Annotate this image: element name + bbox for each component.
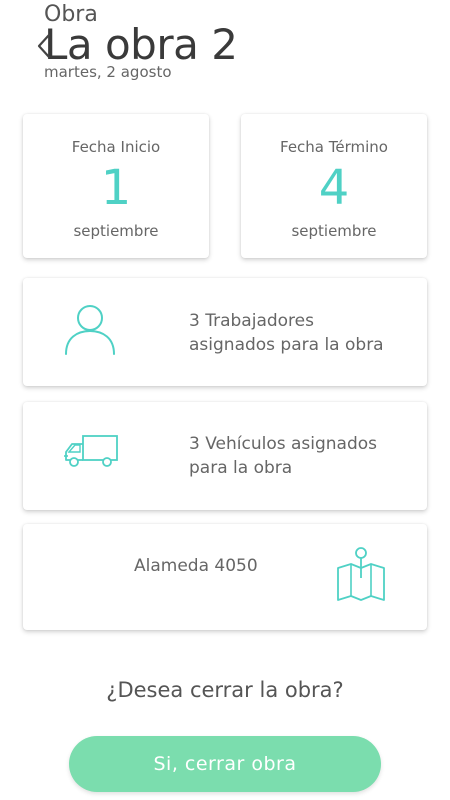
- start-date-day: 1: [100, 160, 132, 216]
- end-date-card: Fecha Término 4 septiembre: [241, 114, 427, 258]
- header: Obra La obra 2 martes, 2 agosto: [0, 0, 450, 90]
- workers-assigned-text: asignados para la obra: [189, 335, 384, 355]
- vehicles-card[interactable]: 3 Vehículos asignados para la obra: [23, 402, 427, 510]
- workers-card[interactable]: 3 Trabajadores asignados para la obra: [23, 278, 427, 386]
- current-date: martes, 2 agosto: [44, 63, 172, 81]
- close-obra-button[interactable]: Si, cerrar obra: [69, 736, 381, 792]
- workers-summary: 3 Trabajadores asignados para la obra: [189, 309, 409, 357]
- workers-count-text: 3 Trabajadores: [189, 311, 314, 331]
- end-date-label: Fecha Término: [280, 138, 388, 156]
- vehicles-assigned-text: para la obra: [189, 458, 293, 478]
- end-date-day: 4: [318, 160, 350, 216]
- start-date-label: Fecha Inicio: [71, 138, 161, 156]
- end-date-month: septiembre: [291, 222, 377, 240]
- close-question: ¿Desea cerrar la obra?: [106, 678, 344, 702]
- vehicles-count-text: 3 Vehículos asignados: [189, 434, 378, 454]
- address-card[interactable]: Alameda 4050: [23, 524, 427, 630]
- obra-detail-screen: Obra La obra 2 martes, 2 agosto Fecha In…: [0, 0, 450, 800]
- chevron-left-icon[interactable]: [36, 32, 52, 60]
- address-text: Alameda 4050: [134, 556, 258, 576]
- map-icon[interactable]: [335, 546, 387, 602]
- person-icon: [65, 305, 115, 355]
- truck-icon: [64, 435, 118, 467]
- start-date-month: septiembre: [73, 222, 159, 240]
- page-title: La obra 2: [44, 20, 238, 69]
- start-date-card: Fecha Inicio 1 septiembre: [23, 114, 209, 258]
- vehicles-summary: 3 Vehículos asignados para la obra: [189, 432, 409, 480]
